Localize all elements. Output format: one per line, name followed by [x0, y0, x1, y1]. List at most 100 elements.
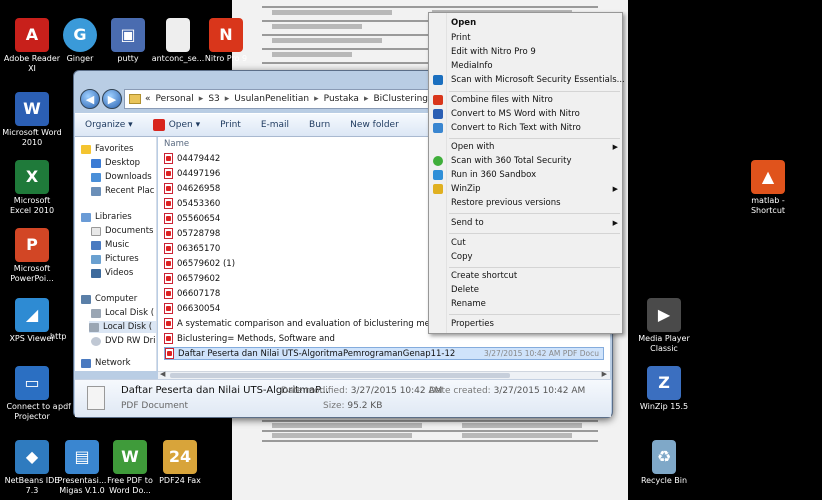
menu-restore-versions[interactable]: Restore previous versions: [451, 197, 618, 209]
scrollbar-thumb[interactable]: [170, 373, 510, 378]
file-icon: [166, 18, 190, 52]
menu-delete[interactable]: Delete: [451, 284, 618, 296]
disk-icon: [89, 322, 99, 332]
menu-create-shortcut[interactable]: Create shortcut: [451, 270, 618, 282]
menu-open-with[interactable]: Open with ▶: [451, 141, 618, 153]
powerpoint-icon: P: [15, 228, 49, 262]
burn-button[interactable]: Burn: [309, 120, 330, 130]
word-convert-icon: [433, 109, 443, 119]
desktop-icon-projector[interactable]: ▭ Connect to a Projector: [2, 366, 62, 422]
file-row-selected[interactable]: Daftar Peserta dan Nilai UTS-AlgoritmaPe…: [164, 347, 604, 360]
breadcrumb-personal[interactable]: Personal: [156, 94, 194, 104]
scroll-right-icon[interactable]: ▶: [602, 370, 607, 378]
presentation-icon: ▤: [65, 440, 99, 474]
organize-button[interactable]: Organize ▾: [85, 120, 133, 130]
forward-button[interactable]: ▶: [102, 89, 122, 109]
menu-properties[interactable]: Properties: [451, 318, 618, 330]
shield-icon: [433, 75, 443, 85]
adobe-reader-icon: A: [15, 18, 49, 52]
desktop-icon-powerpoint[interactable]: P Microsoft PowerPoi...: [2, 228, 62, 284]
menu-scan-360[interactable]: Scan with 360 Total Security: [451, 155, 618, 167]
nav-libraries[interactable]: Libraries: [81, 211, 132, 223]
pdf-file-icon: [164, 228, 173, 239]
nav-desktop[interactable]: Desktop: [91, 157, 140, 169]
nav-computer[interactable]: Computer: [81, 293, 137, 305]
menu-send-to[interactable]: Send to ▶: [451, 217, 618, 229]
disk-icon: [91, 308, 101, 318]
desktop-icon-winzip[interactable]: Z WinZip 15.5: [634, 366, 694, 412]
desktop-icon-media-player[interactable]: ▶ Media Player Classic: [634, 298, 694, 354]
library-icon: [81, 212, 91, 222]
breadcrumb-biclustering[interactable]: BiClustering: [373, 94, 428, 104]
email-button[interactable]: E-mail: [261, 120, 289, 130]
menu-combine-nitro[interactable]: Combine files with Nitro: [451, 94, 618, 106]
navigation-pane: Favorites Desktop Downloads Recent Plac …: [75, 137, 157, 371]
pdf-to-word-icon: W: [113, 440, 147, 474]
pdf-file-icon: [164, 258, 173, 269]
nav-favorites[interactable]: Favorites: [81, 143, 133, 155]
back-button[interactable]: ◀: [80, 89, 100, 109]
projector-icon: ▭: [15, 366, 49, 400]
music-icon: [91, 240, 101, 250]
new-folder-button[interactable]: New folder: [350, 120, 399, 130]
menu-print[interactable]: Print: [451, 32, 618, 44]
360-security-icon: [433, 156, 443, 166]
context-menu: Open Print Edit with Nitro Pro 9 MediaIn…: [428, 12, 625, 334]
menu-mediainfo[interactable]: MediaInfo: [451, 60, 618, 72]
menu-convert-word[interactable]: Convert to MS Word with Nitro: [451, 108, 618, 120]
nav-network[interactable]: Network: [81, 357, 131, 369]
menu-rename[interactable]: Rename: [451, 298, 618, 310]
details-size: Size: 95.2 KB: [323, 401, 383, 411]
pdf-file-icon: [164, 168, 173, 179]
nav-recent-places[interactable]: Recent Plac: [91, 185, 154, 197]
breadcrumb-usulanpenelitian[interactable]: UsulanPenelitian: [234, 94, 309, 104]
nav-dvd-drive[interactable]: DVD RW Dri: [91, 335, 156, 347]
nav-local-disk-c[interactable]: Local Disk (: [91, 307, 154, 319]
desktop-icon: [91, 158, 101, 168]
menu-copy[interactable]: Copy: [451, 251, 618, 263]
desktop-icon-pdf24-fax[interactable]: 24 PDF24 Fax: [150, 440, 210, 486]
nav-videos[interactable]: Videos: [91, 267, 133, 279]
pdf-file-icon: [164, 213, 173, 224]
pdf24-icon: 24: [163, 440, 197, 474]
menu-scan-mse[interactable]: Scan with Microsoft Security Essentials.…: [451, 74, 625, 86]
pdf-file-icon: [164, 153, 173, 164]
network-icon: [81, 358, 91, 368]
nav-music[interactable]: Music: [91, 239, 129, 251]
desktop-icon-matlab[interactable]: ▲ matlab - Shortcut: [738, 160, 798, 216]
scroll-left-icon[interactable]: ◀: [160, 370, 165, 378]
column-header-name[interactable]: Name: [164, 139, 189, 149]
open-button[interactable]: Open ▾: [152, 119, 200, 131]
menu-convert-rtf[interactable]: Convert to Rich Text with Nitro: [451, 122, 618, 134]
menu-edit-nitro[interactable]: Edit with Nitro Pro 9: [451, 46, 618, 58]
breadcrumb-s3[interactable]: S3: [208, 94, 219, 104]
pdf-file-icon: [164, 198, 173, 209]
print-button[interactable]: Print: [220, 120, 241, 130]
recycle-bin-icon: ♻: [652, 440, 676, 474]
desktop-icon-recycle-bin[interactable]: ♻ Recycle Bin: [634, 440, 694, 486]
nav-local-disk-d[interactable]: Local Disk (: [89, 321, 156, 333]
netbeans-icon: ◆: [15, 440, 49, 474]
horizontal-scrollbar[interactable]: ◀ ▶: [158, 370, 610, 379]
videos-icon: [91, 268, 101, 278]
desktop-icon-word[interactable]: W Microsoft Word 2010: [2, 92, 62, 148]
details-file-type: PDF Document: [121, 401, 189, 411]
menu-winzip[interactable]: WinZip ▶: [451, 183, 618, 195]
download-icon: [91, 172, 101, 182]
nav-documents[interactable]: Documents: [91, 225, 153, 237]
menu-open[interactable]: Open: [451, 17, 618, 29]
nitro-combine-icon: [433, 95, 443, 105]
breadcrumb-separator: ▸: [198, 94, 204, 104]
nav-pictures[interactable]: Pictures: [91, 253, 139, 265]
dvd-icon: [91, 336, 101, 346]
nav-downloads[interactable]: Downloads: [91, 171, 152, 183]
submenu-arrow-icon: ▶: [612, 143, 618, 151]
desktop-icon-nitro[interactable]: N Nitro Pro 9: [196, 18, 256, 64]
desktop-icon-excel[interactable]: X Microsoft Excel 2010: [2, 160, 62, 216]
menu-cut[interactable]: Cut: [451, 237, 618, 249]
pdf-icon: [152, 119, 165, 131]
star-icon: [81, 144, 91, 154]
breadcrumb-pustaka[interactable]: Pustaka: [324, 94, 359, 104]
menu-run-sandbox[interactable]: Run in 360 Sandbox: [451, 169, 618, 181]
breadcrumb-separator: ▸: [314, 94, 319, 104]
